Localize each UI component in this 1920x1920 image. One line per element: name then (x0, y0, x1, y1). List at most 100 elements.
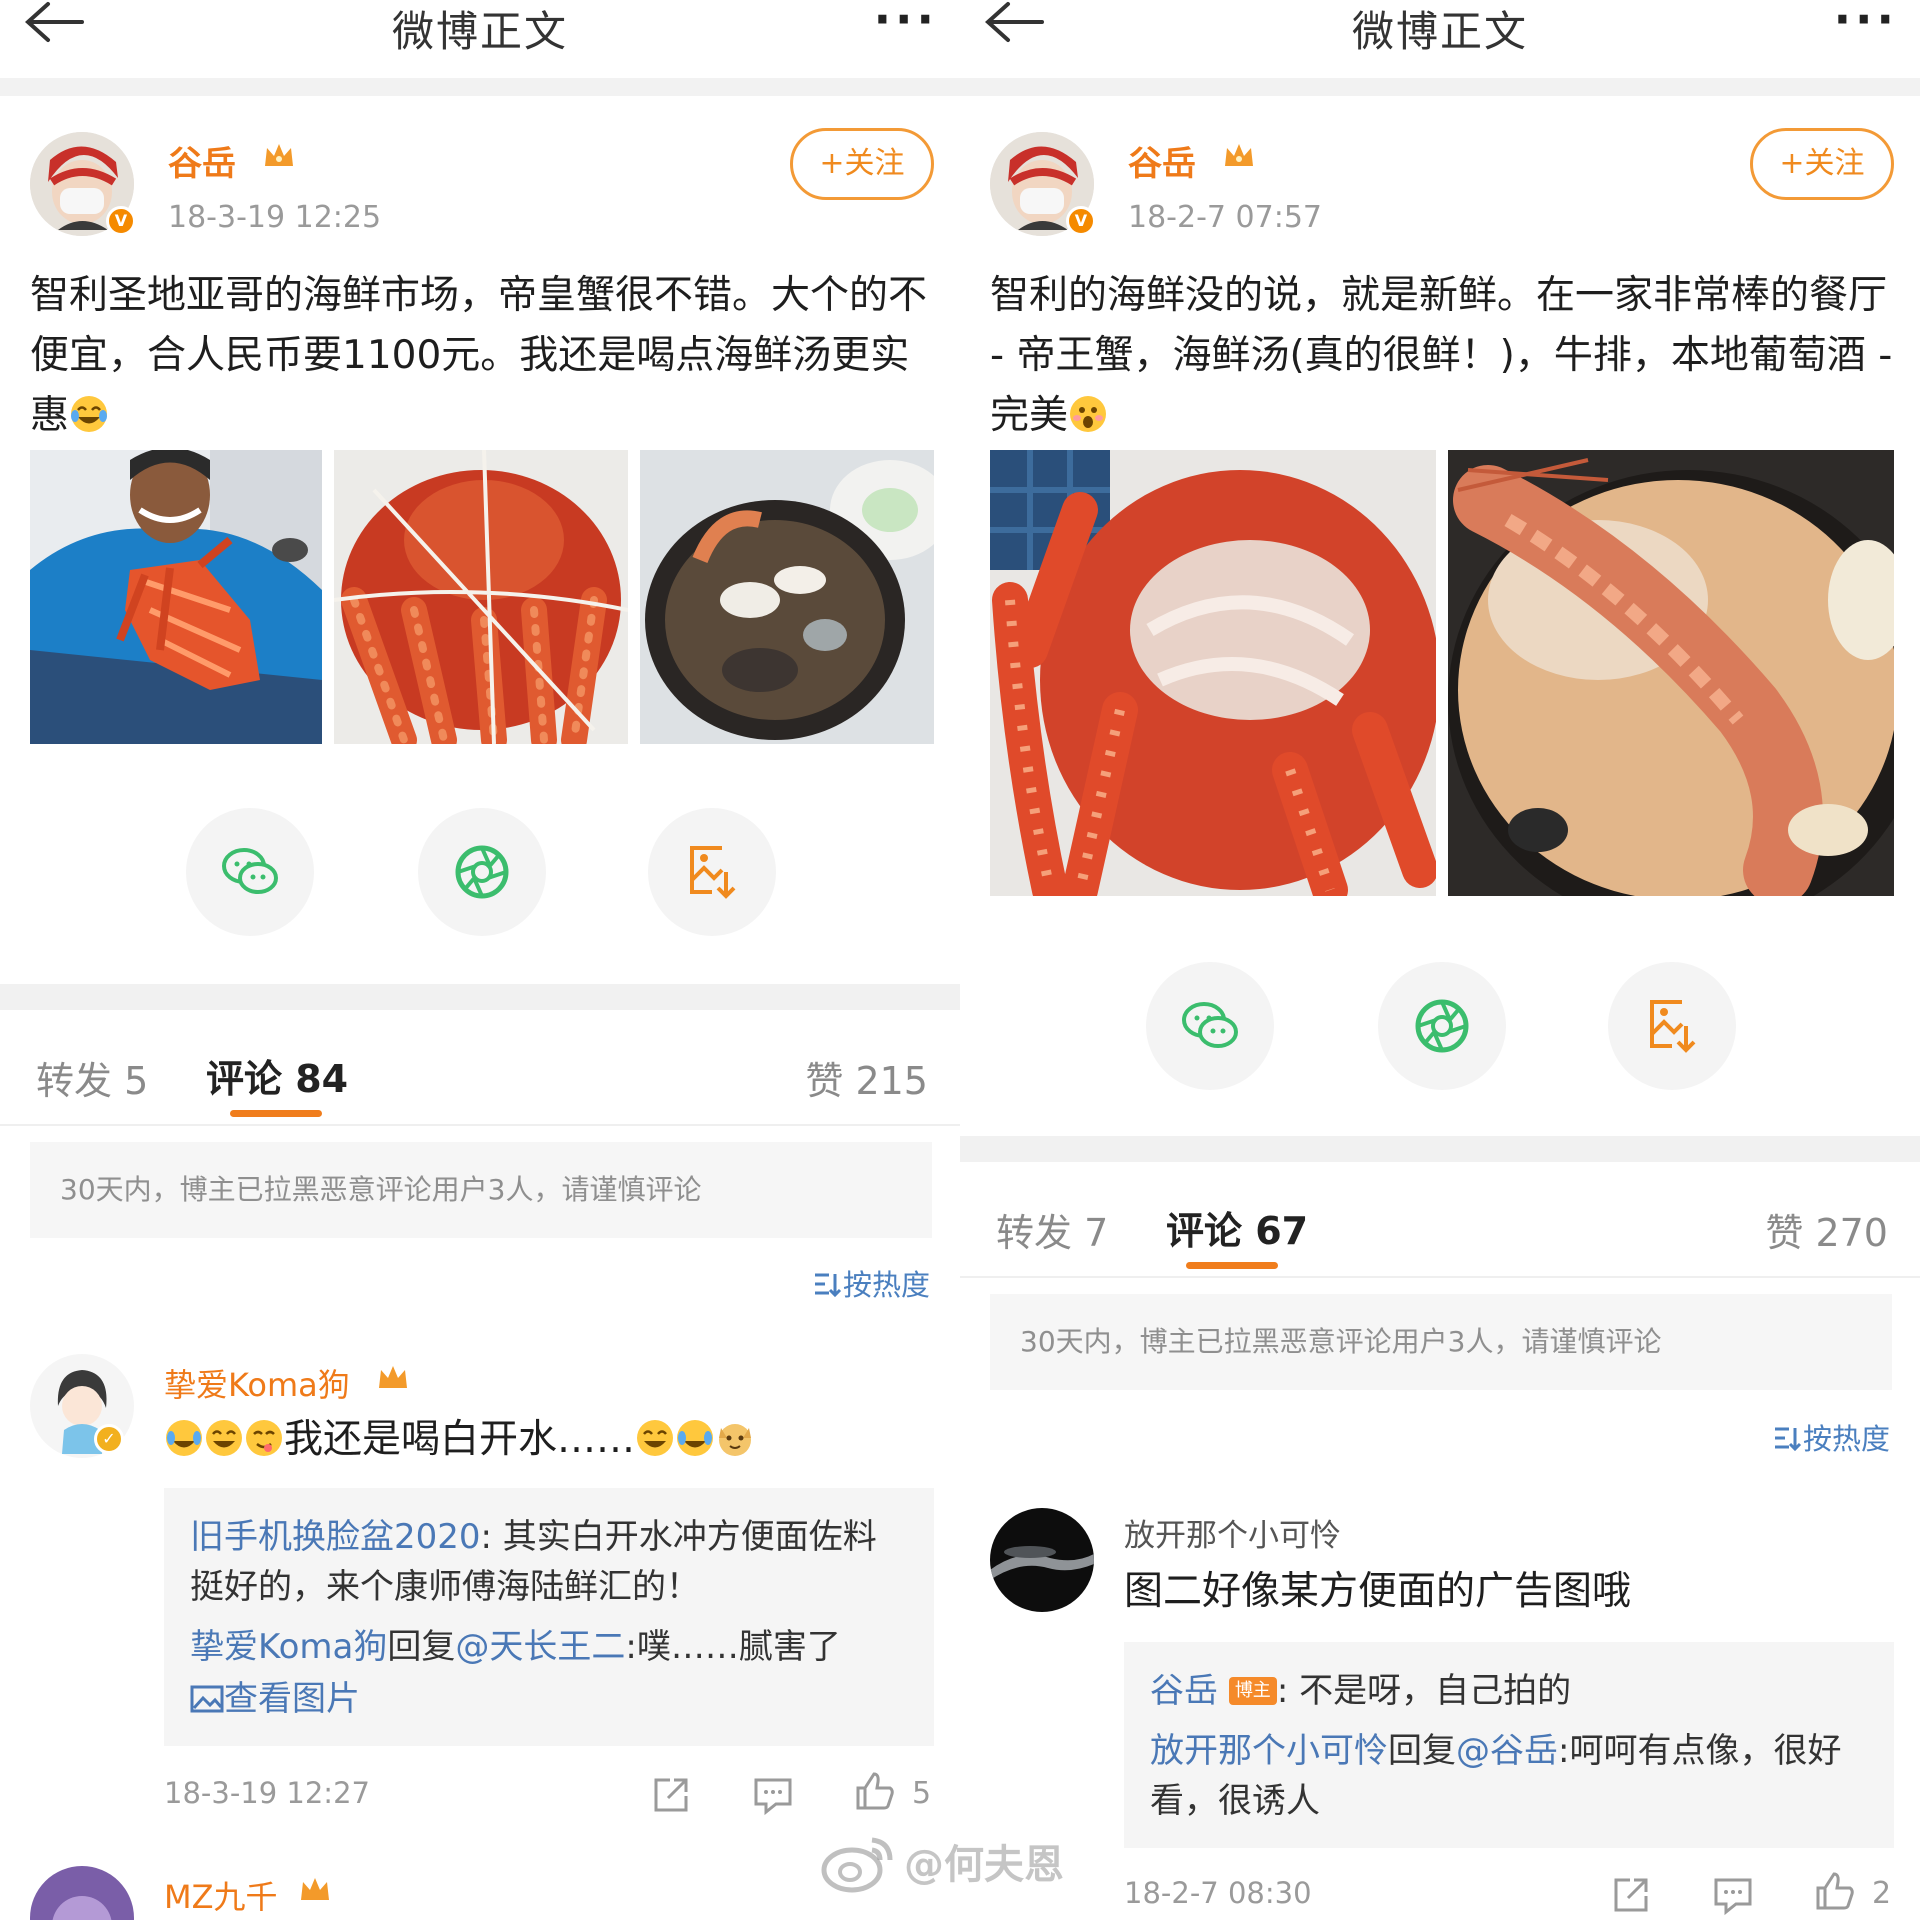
more-options-icon[interactable]: ··· (1834, 0, 1898, 46)
reply-2-verb: 回复 (387, 1627, 456, 1667)
wechat-icon (1182, 1002, 1238, 1048)
more-options-icon[interactable]: ··· (874, 0, 938, 46)
shrimp-soup-photo[interactable] (1448, 450, 1894, 896)
crown-icon (1225, 144, 1253, 166)
comment-text: 我还是喝白开水…… (164, 1414, 755, 1466)
sort-label: 按热度 (1802, 1422, 1890, 1456)
reply-1-user[interactable]: 旧手机换脸盆2020 (190, 1517, 481, 1557)
comment-icon[interactable] (752, 1774, 794, 1816)
header-divider (960, 78, 1920, 96)
cry-laugh-emoji-icon (166, 1420, 202, 1456)
crown-icon (379, 1366, 407, 1388)
reply-1-user[interactable]: 谷岳 (1150, 1671, 1218, 1711)
post-text: 智利的海鲜没的说，就是新鲜。在一家非常棒的餐厅 - 帝王蟹，海鲜汤(真的很鲜！)… (990, 266, 1900, 446)
next-commenter-name[interactable]: MZ九千 (164, 1872, 278, 1918)
tabs-divider (0, 1124, 960, 1126)
verified-badge-icon: V (1066, 206, 1096, 236)
save-image-button[interactable] (1608, 962, 1736, 1090)
post-time: 18-2-7 07:57 (1128, 200, 1322, 235)
like-icon[interactable] (1814, 1870, 1856, 1912)
commenter-name[interactable]: 放开那个小可怜 (1124, 1510, 1341, 1555)
cry-laugh-emoji-icon (677, 1420, 714, 1456)
reply-2-text: :噗……腻害了 (625, 1627, 841, 1667)
comment-icon[interactable] (1712, 1874, 1754, 1916)
surprised-emoji-icon (1070, 396, 1107, 432)
section-divider (0, 984, 960, 1010)
tab-likes[interactable]: 赞 270 (1765, 1202, 1888, 1257)
reply-1: 谷岳 博主: 不是呀，自己拍的 (1150, 1666, 1870, 1716)
crown-icon (301, 1878, 329, 1900)
verified-badge-icon: V (106, 206, 136, 236)
tab-repost[interactable]: 转发 5 (36, 1050, 148, 1105)
tab-likes[interactable]: 赞 215 (805, 1050, 928, 1105)
reply-2-mention[interactable]: @谷岳 (1456, 1731, 1558, 1771)
laugh-emoji-icon (637, 1420, 674, 1456)
author-badge: 博主 (1228, 1677, 1277, 1705)
active-tab-indicator (230, 1110, 322, 1117)
share-moments-button[interactable] (1378, 962, 1506, 1090)
watermark-text: @何夫恩 (904, 1842, 1064, 1888)
sort-icon (1774, 1427, 1802, 1452)
like-icon[interactable] (854, 1770, 896, 1812)
moments-icon (1415, 999, 1469, 1053)
yummy-emoji-icon (246, 1420, 282, 1456)
tab-repost[interactable]: 转发 7 (996, 1202, 1108, 1257)
share-wechat-button[interactable] (1146, 962, 1274, 1090)
commenter-name[interactable]: 挚爱Koma狗 (164, 1360, 350, 1406)
repost-icon[interactable] (650, 1774, 692, 1816)
post-text: 智利圣地亚哥的海鲜市场，帝皇蟹很不错。大个的不便宜，合人民币要1100元。我还是… (30, 266, 940, 446)
left-screenshot-panel: 微博正文 ··· V 谷岳 18-3-19 12:25 +关注 智利圣地亚哥的海… (0, 0, 960, 1920)
view-image-link[interactable]: 查看图片 (190, 1674, 360, 1724)
man-holding-king-crab-photo[interactable] (30, 450, 322, 744)
sort-by-hot-link[interactable]: 按热度 (813, 1262, 930, 1304)
tied-king-crab-photo[interactable] (334, 450, 628, 744)
reply-2-user[interactable]: 挚爱Koma狗 (190, 1627, 387, 1667)
author-name[interactable]: 谷岳 (1128, 136, 1196, 185)
weibo-logo-icon (821, 1837, 893, 1893)
comment-text-content: 我还是喝白开水…… (284, 1417, 636, 1462)
sort-icon (814, 1273, 842, 1298)
tabs-divider (960, 1276, 1920, 1278)
save-image-icon (690, 846, 736, 899)
follow-button[interactable]: +关注 (790, 128, 934, 200)
follow-button[interactable]: +关注 (1750, 128, 1894, 200)
section-divider (960, 1136, 1920, 1162)
share-moments-button[interactable] (418, 808, 546, 936)
reply-2-mention[interactable]: @天长王二 (455, 1627, 625, 1667)
next-commenter-avatar[interactable] (30, 1866, 134, 1920)
comment-text: 图二好像某方便面的广告图哦 (1124, 1569, 1632, 1614)
sort-by-hot-link[interactable]: 按热度 (1773, 1416, 1890, 1458)
laugh-cry-emoji-icon (71, 396, 108, 432)
share-wechat-button[interactable] (186, 808, 314, 936)
laugh-emoji-icon (206, 1420, 242, 1456)
tab-comments[interactable]: 评论 84 (206, 1048, 348, 1103)
commenter-avatar[interactable] (990, 1508, 1094, 1612)
reply-2: 挚爱Koma狗回复@天长王二:噗……腻害了 (190, 1622, 910, 1672)
like-count: 5 (912, 1776, 932, 1811)
save-image-icon (1650, 1000, 1696, 1053)
post-time: 18-3-19 12:25 (168, 200, 382, 235)
header-divider (0, 78, 960, 96)
save-image-button[interactable] (648, 808, 776, 936)
reply-2: 放开那个小可怜回复@谷岳:呵呵有点像，很好看，很诱人 (1150, 1726, 1870, 1826)
seafood-soup-pot-photo[interactable] (640, 450, 934, 744)
reply-1-text: : 不是呀，自己拍的 (1276, 1671, 1572, 1711)
repost-icon[interactable] (1610, 1874, 1652, 1916)
sort-label: 按热度 (842, 1268, 930, 1302)
crown-icon (265, 144, 293, 166)
page-title: 微博正文 (391, 7, 568, 56)
wechat-icon (222, 848, 278, 894)
comment-time: 18-2-7 08:30 (1124, 1876, 1312, 1910)
king-crab-plate-photo[interactable] (990, 450, 1436, 896)
comment-notice: 30天内，博主已拉黑恶意评论用户3人，请谨慎评论 (990, 1294, 1892, 1390)
dog-emoji-icon (719, 1424, 752, 1456)
reply-2-user[interactable]: 放开那个小可怜 (1150, 1731, 1388, 1771)
comment-notice: 30天内，博主已拉黑恶意评论用户3人，请谨慎评论 (30, 1142, 932, 1238)
post-text-content: 智利圣地亚哥的海鲜市场，帝皇蟹很不错。大个的不便宜，合人民币要1100元。我还是… (30, 273, 928, 438)
top-bar: 微博正文 ··· (0, 0, 960, 78)
author-name[interactable]: 谷岳 (168, 136, 236, 185)
tab-comments[interactable]: 评论 67 (1166, 1200, 1308, 1255)
comment-time: 18-3-19 12:27 (164, 1776, 370, 1810)
image-icon (190, 1685, 224, 1713)
moments-icon (455, 845, 509, 899)
